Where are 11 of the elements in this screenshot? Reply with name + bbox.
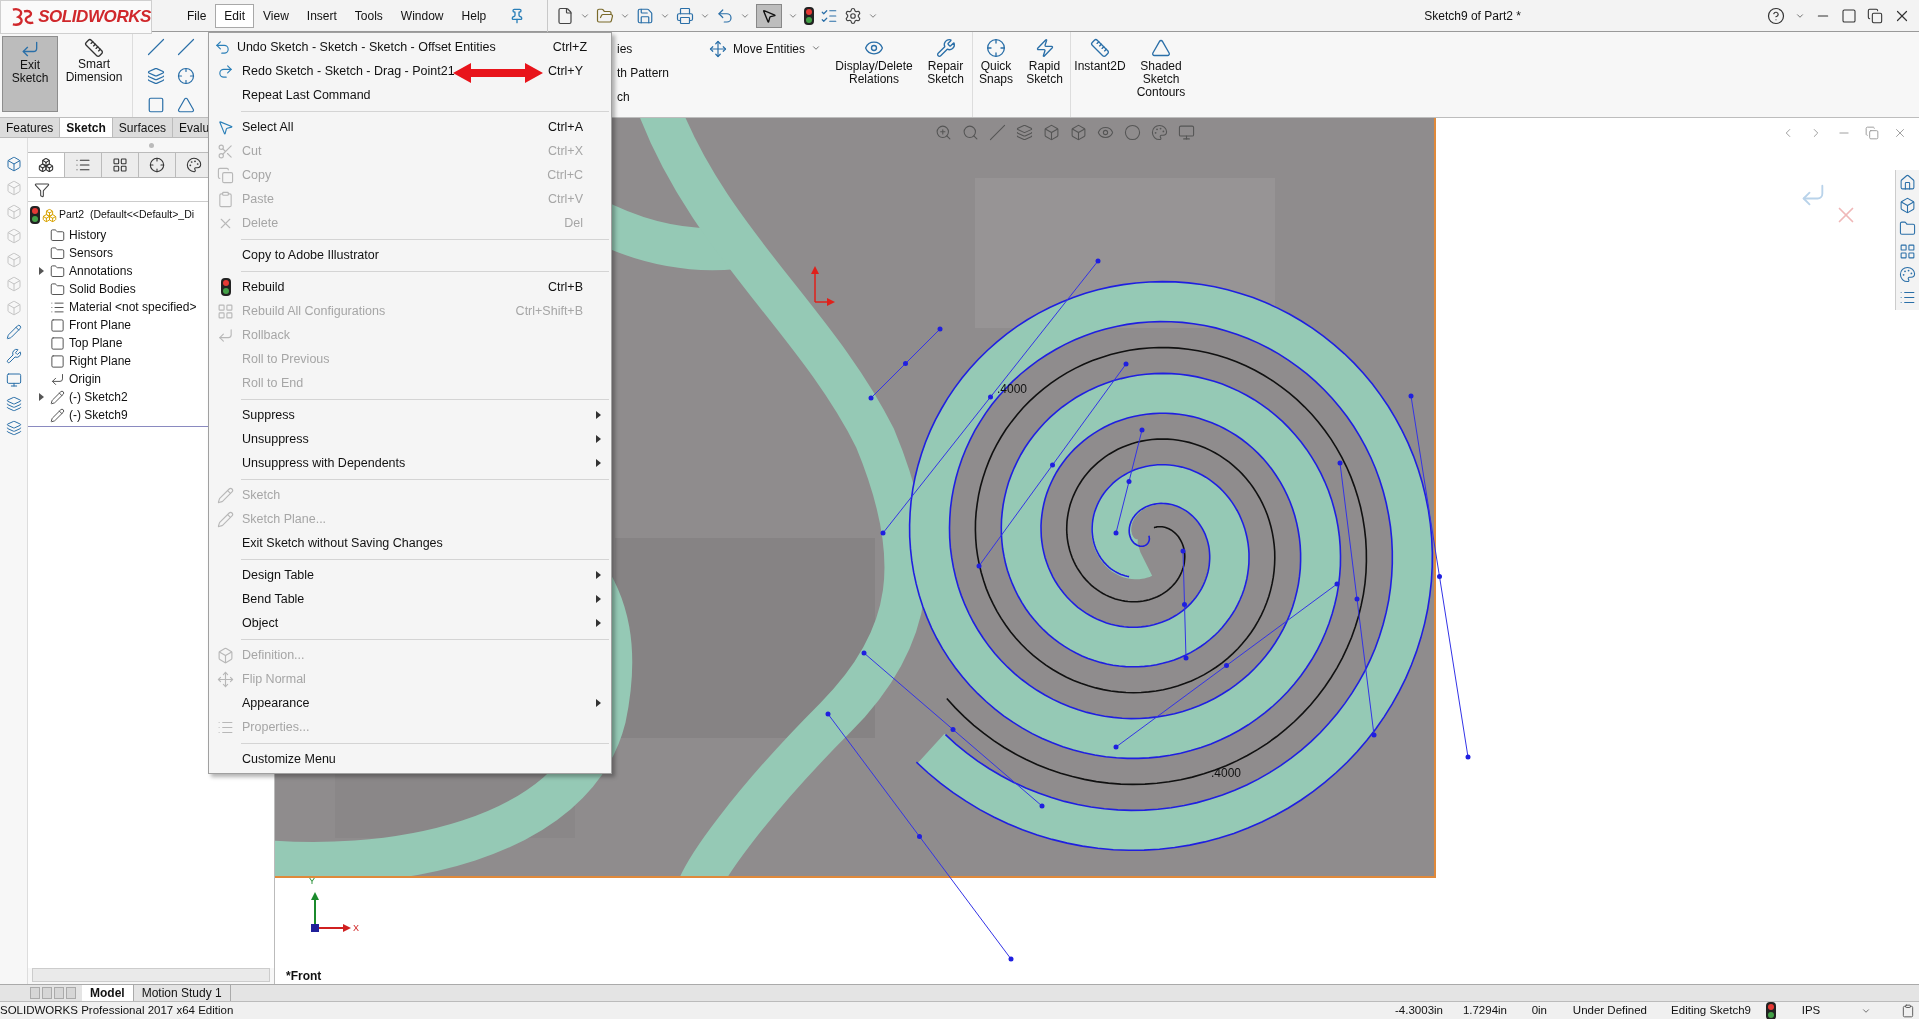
status-field: 0in (1507, 1001, 1547, 1019)
view-label: *Front (286, 968, 322, 984)
logo-text: SOLIDWORKS (38, 6, 151, 29)
status-field: Under Defined (1547, 1001, 1647, 1019)
axis-label: X (353, 922, 359, 935)
status-text: SOLIDWORKS Professional 2017 x64 Edition (0, 1002, 235, 1018)
window-title: Sketch9 of Part2 * (1424, 7, 1521, 25)
axis-label: Y (309, 875, 315, 888)
status-field: Editing Sketch9 (1647, 1001, 1751, 1019)
status-field: -4.3003in (1383, 1001, 1443, 1019)
status-field: 1.7294in (1443, 1001, 1507, 1019)
